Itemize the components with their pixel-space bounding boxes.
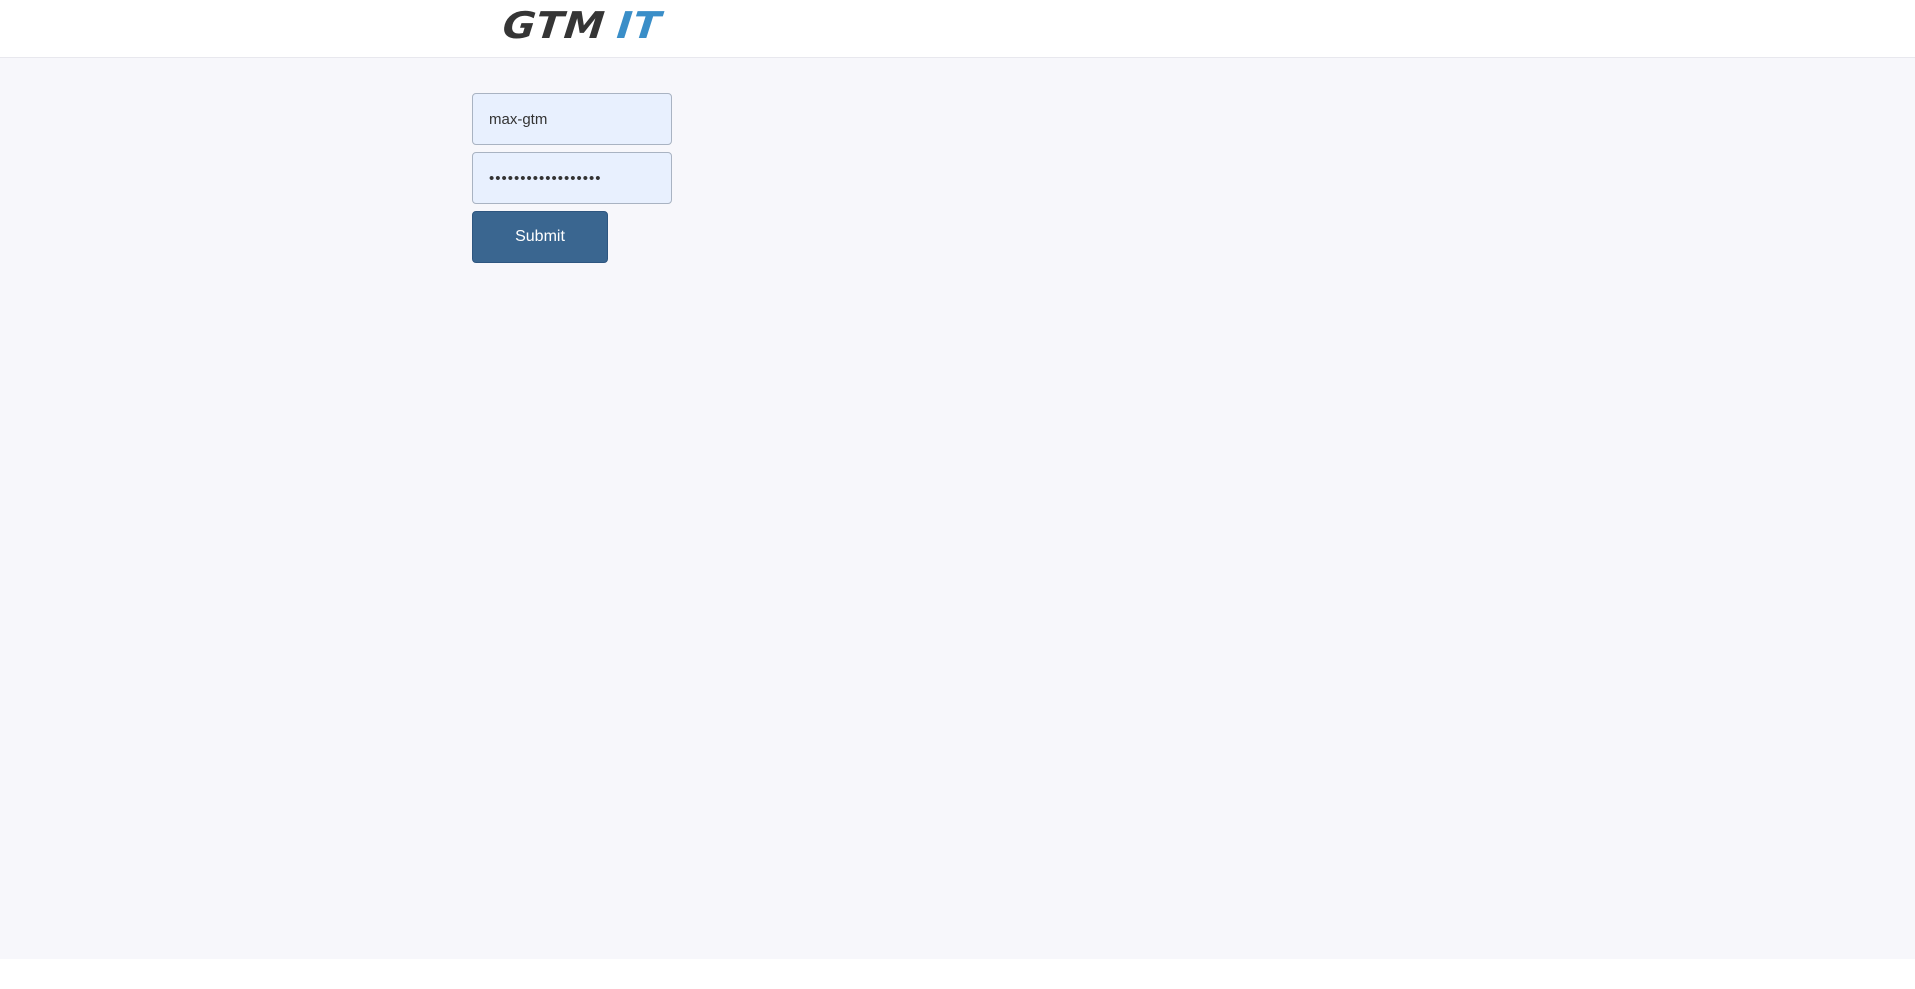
logo-text-it: IT	[614, 5, 664, 48]
password-input[interactable]	[472, 152, 672, 204]
submit-button[interactable]: Submit	[472, 211, 608, 263]
gtm-it-logo[interactable]: GTM IT	[500, 5, 664, 48]
page-footer-strip	[0, 959, 1915, 989]
username-input[interactable]	[472, 93, 672, 145]
logo-text-gtm: GTM	[500, 5, 608, 48]
main-content	[0, 58, 1915, 959]
site-header: GTM IT	[0, 0, 1915, 58]
